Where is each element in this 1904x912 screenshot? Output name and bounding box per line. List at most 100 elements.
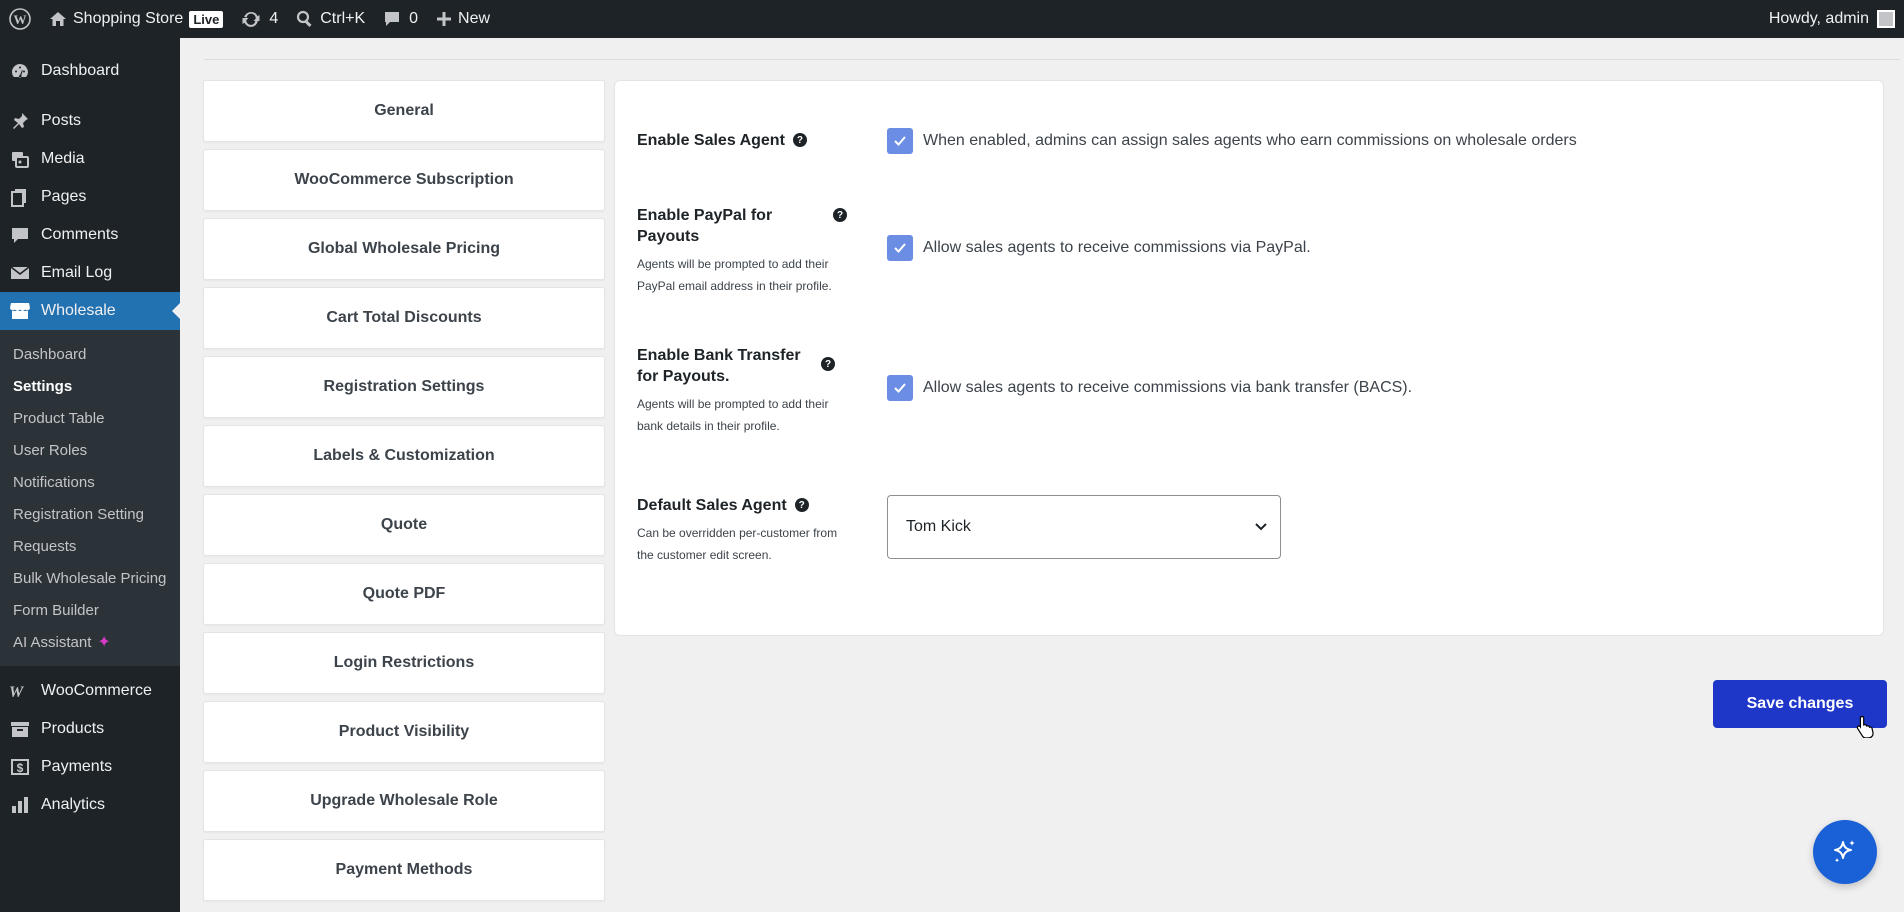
help-icon[interactable]: ? <box>821 357 835 371</box>
divider <box>204 59 1900 60</box>
setting-label: Enable Sales Agent ? <box>637 130 847 151</box>
submenu-requests[interactable]: Requests <box>0 530 180 562</box>
ai-assistant-button[interactable] <box>1813 820 1877 884</box>
sales-agent-checkbox[interactable] <box>887 128 913 154</box>
archive-icon <box>9 718 31 740</box>
menu-dashboard[interactable]: Dashboard <box>0 52 180 90</box>
tab-upgrade-wholesale-role[interactable]: Upgrade Wholesale Role <box>203 770 605 832</box>
paypal-checkbox[interactable] <box>887 235 913 261</box>
menu-products[interactable]: Products <box>0 710 180 748</box>
default-agent-select[interactable]: Tom Kick <box>887 495 1281 559</box>
submenu-label: AI Assistant <box>13 633 92 651</box>
site-name-link[interactable]: Shopping Store Live <box>40 0 232 38</box>
menu-woocommerce[interactable]: W WooCommerce <box>0 672 180 710</box>
tab-cart-total-discounts[interactable]: Cart Total Discounts <box>203 287 605 349</box>
menu-label: Analytics <box>41 796 106 813</box>
sparkle-icon: ✦ <box>97 634 111 651</box>
tab-product-visibility[interactable]: Product Visibility <box>203 701 605 763</box>
menu-comments[interactable]: Comments <box>0 216 180 254</box>
new-label: New <box>458 10 491 27</box>
check-icon <box>894 383 906 393</box>
search-command-link[interactable]: Ctrl+K <box>287 0 374 38</box>
menu-label: Media <box>41 150 85 167</box>
submenu-user-roles[interactable]: User Roles <box>0 434 180 466</box>
setting-label-text: Enable PayPal for Payouts <box>637 207 773 245</box>
live-badge: Live <box>189 10 224 28</box>
menu-analytics[interactable]: Analytics <box>0 786 180 824</box>
submenu-registration-setting[interactable]: Registration Setting <box>0 498 180 530</box>
tab-global-wholesale-pricing[interactable]: Global Wholesale Pricing <box>203 218 605 280</box>
submenu-product-table[interactable]: Product Table <box>0 402 180 434</box>
svg-text:W: W <box>14 12 27 27</box>
comment-icon <box>9 224 31 246</box>
pages-icon <box>9 186 31 208</box>
menu-label: Posts <box>41 112 82 129</box>
submenu-ai-assistant[interactable]: AI Assistant ✦ <box>0 626 180 658</box>
menu-label: Products <box>41 720 105 737</box>
payment-icon: $ <box>9 756 31 778</box>
menu-label: Wholesale <box>41 302 116 319</box>
tab-registration-settings[interactable]: Registration Settings <box>203 356 605 418</box>
paypal-checkbox-row: Allow sales agents to receive commission… <box>887 235 1311 261</box>
menu-email-log[interactable]: Email Log <box>0 254 180 292</box>
updates-link[interactable]: 4 <box>232 0 287 38</box>
menu-posts[interactable]: Posts <box>0 102 180 140</box>
setting-label-text: Enable Bank Transfer for Payouts. <box>637 347 801 385</box>
menu-label: WooCommerce <box>41 682 152 699</box>
new-content-link[interactable]: New <box>427 0 499 38</box>
comments-count: 0 <box>409 10 419 27</box>
settings-tabs: General WooCommerce Subscription Global … <box>203 80 605 908</box>
updates-icon <box>241 10 261 28</box>
menu-label: Comments <box>41 226 119 243</box>
submenu-dashboard[interactable]: Dashboard <box>0 338 180 370</box>
bank-checkbox-row: Allow sales agents to receive commission… <box>887 375 1412 401</box>
checkbox-label: Allow sales agents to receive commission… <box>923 239 1311 256</box>
tab-general[interactable]: General <box>203 80 605 142</box>
woocommerce-icon: W <box>9 680 31 702</box>
setting-label: Enable PayPal for Payouts ? <box>637 205 847 247</box>
tab-woocommerce-subscription[interactable]: WooCommerce Subscription <box>203 149 605 211</box>
submenu-notifications[interactable]: Notifications <box>0 466 180 498</box>
admin-sidebar: Dashboard Posts Media Pages Comments Ema… <box>0 38 180 912</box>
account-menu[interactable]: Howdy, admin <box>1760 0 1904 38</box>
admin-bar: W Shopping Store Live 4 Ctrl+K 0 New How… <box>0 0 1904 38</box>
store-icon <box>9 300 31 322</box>
tab-quote[interactable]: Quote <box>203 494 605 556</box>
sparkle-icon <box>1834 840 1855 863</box>
main-content: General WooCommerce Subscription Global … <box>180 38 1904 912</box>
menu-pages[interactable]: Pages <box>0 178 180 216</box>
menu-wholesale[interactable]: Wholesale <box>0 292 180 330</box>
settings-panel: Enable Sales Agent ? When enabled, admin… <box>614 80 1884 636</box>
tab-login-restrictions[interactable]: Login Restrictions <box>203 632 605 694</box>
tab-labels-customization[interactable]: Labels & Customization <box>203 425 605 487</box>
search-icon <box>296 10 314 28</box>
checkbox-label: When enabled, admins can assign sales ag… <box>923 132 1577 149</box>
check-icon <box>894 243 906 253</box>
plus-icon <box>436 11 452 27</box>
pointer-cursor-icon <box>1856 715 1874 738</box>
menu-payments[interactable]: $ Payments <box>0 748 180 786</box>
check-icon <box>894 136 906 146</box>
menu-label: Dashboard <box>41 62 120 79</box>
tab-quote-pdf[interactable]: Quote PDF <box>203 563 605 625</box>
help-icon[interactable]: ? <box>794 498 809 512</box>
bank-checkbox[interactable] <box>887 375 913 401</box>
help-icon[interactable]: ? <box>833 208 847 222</box>
comments-link[interactable]: 0 <box>374 0 427 38</box>
submenu-form-builder[interactable]: Form Builder <box>0 594 180 626</box>
chevron-down-icon <box>1255 523 1267 531</box>
submenu-bulk-wholesale-pricing[interactable]: Bulk Wholesale Pricing <box>0 562 180 594</box>
menu-media[interactable]: Media <box>0 140 180 178</box>
setting-description: Agents will be prompted to add their ban… <box>637 397 829 433</box>
wordpress-logo-icon[interactable]: W <box>0 0 40 38</box>
greeting: Howdy, admin <box>1768 10 1869 27</box>
pin-icon <box>9 110 31 132</box>
setting-description: Agents will be prompted to add their Pay… <box>637 257 832 293</box>
home-icon <box>49 10 67 28</box>
menu-label: Pages <box>41 188 87 205</box>
help-icon[interactable]: ? <box>792 133 807 147</box>
submenu-settings[interactable]: Settings <box>0 370 180 402</box>
tab-payment-methods[interactable]: Payment Methods <box>203 839 605 901</box>
site-name: Shopping Store <box>73 10 184 27</box>
menu-label: Payments <box>41 758 113 775</box>
